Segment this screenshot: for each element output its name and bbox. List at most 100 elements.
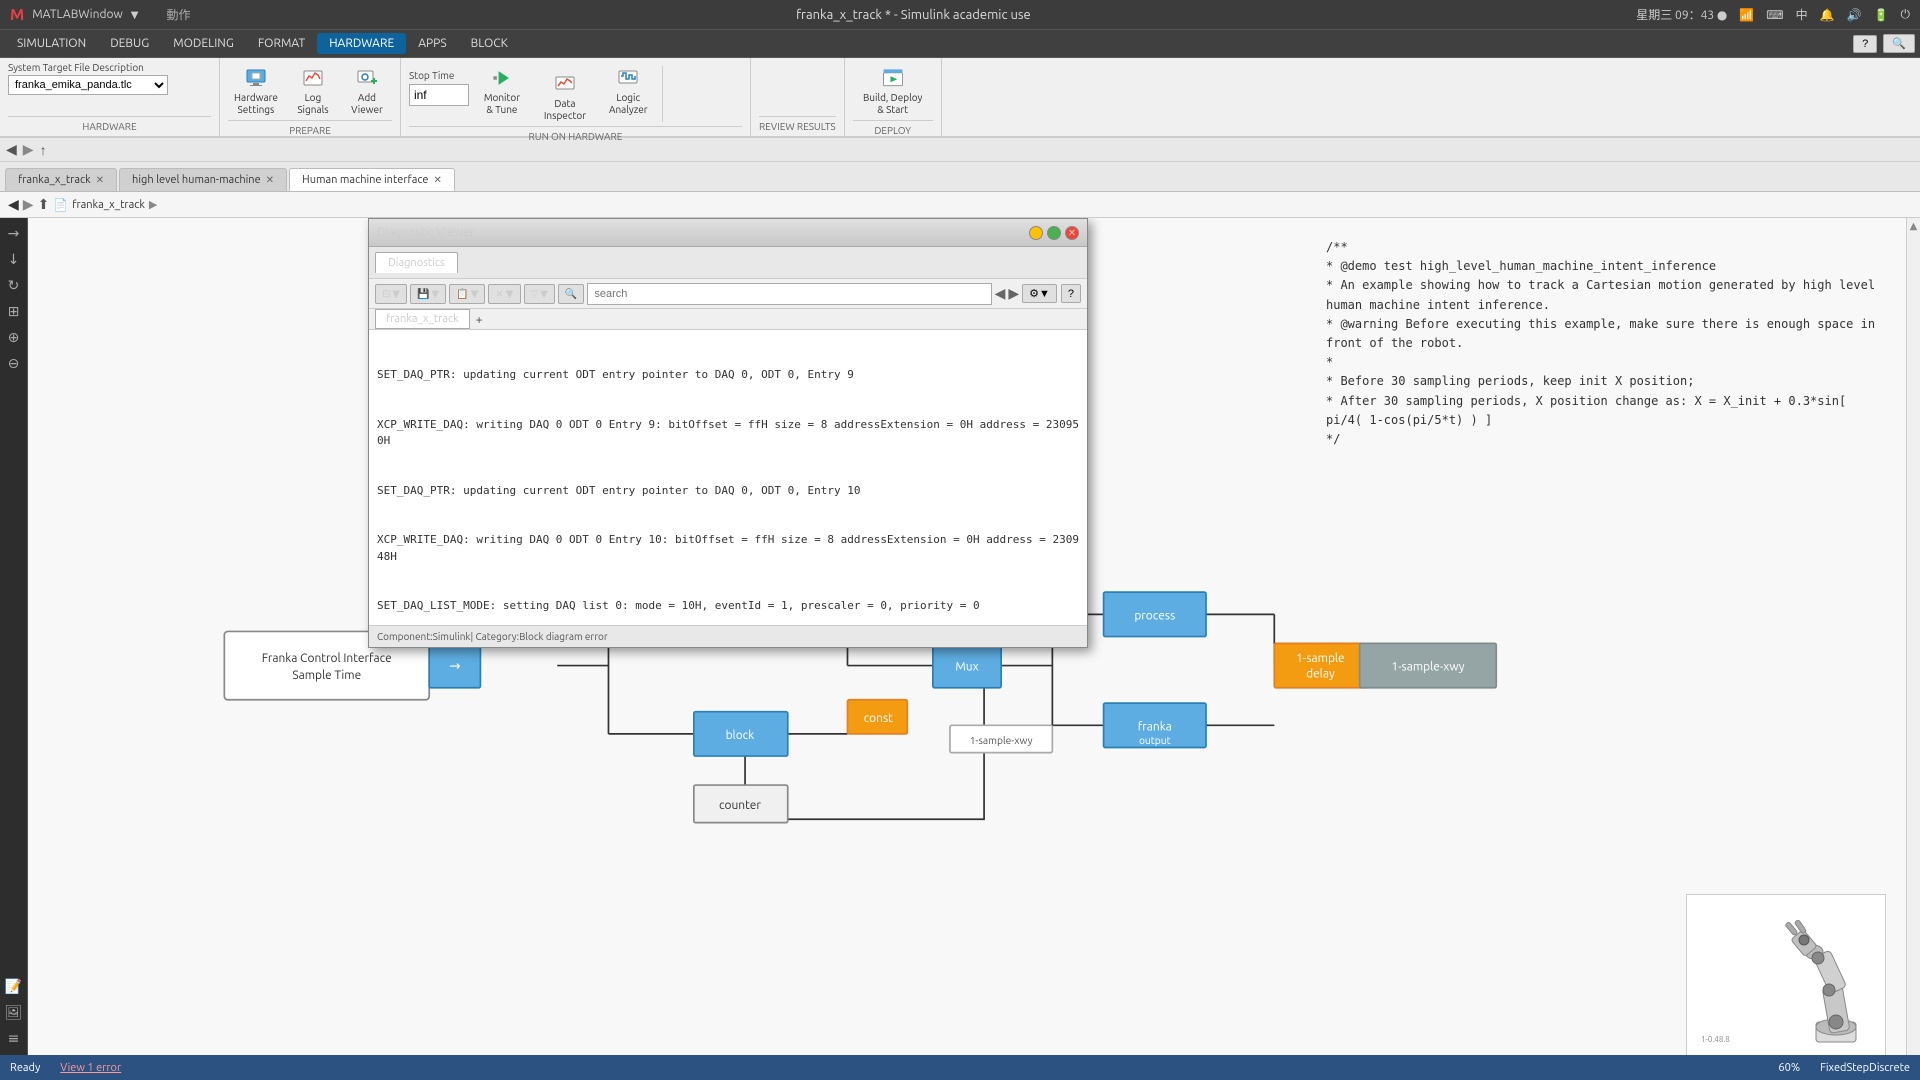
menu-block[interactable]: BLOCK xyxy=(459,33,520,54)
dialog-minimize-btn[interactable] xyxy=(1029,226,1043,240)
code-line-5: * Before 30 sampling periods, keep init … xyxy=(1326,372,1886,391)
filter-label: ▼ xyxy=(392,288,400,300)
svg-text:1-sample-xwy: 1-sample-xwy xyxy=(970,734,1033,746)
scroll-up-btn[interactable]: ▲ xyxy=(1910,220,1918,232)
svg-text:Sample Time: Sample Time xyxy=(292,669,361,682)
save-icon: 💾 xyxy=(417,288,429,300)
funnel-icon: ▽ xyxy=(531,288,539,300)
sidebar-zoomout-icon[interactable]: ⊖ xyxy=(3,352,25,374)
svg-text:Mux: Mux xyxy=(955,661,978,674)
build-deploy-btn[interactable]: Build, Deploy& Start xyxy=(853,62,933,120)
add-tab-btn[interactable]: + xyxy=(470,311,489,329)
breadcrumb-item[interactable]: franka_x_track xyxy=(72,199,145,211)
sidebar-down-icon[interactable]: ↓ xyxy=(3,248,25,270)
top-bar: M MATLABWindow ▼ 動作 franka_x_track * - S… xyxy=(0,0,1920,30)
diagnostics-tab[interactable]: Diagnostics xyxy=(375,252,458,273)
diag-next-btn[interactable]: ▶ xyxy=(1008,285,1019,302)
diag-search-btn[interactable]: 🔍 xyxy=(558,284,584,304)
help-button[interactable]: ? xyxy=(1853,35,1877,53)
diag-content[interactable]: SET_DAQ_PTR: updating current ODT entry … xyxy=(369,330,1087,625)
breadcrumb-up[interactable]: ⬆ xyxy=(38,196,50,213)
monitor-tune-btn[interactable]: Monitor& Tune xyxy=(477,62,527,120)
svg-text:Franka Control Interface: Franka Control Interface xyxy=(262,652,392,665)
menu-simulation[interactable]: SIMULATION xyxy=(5,33,98,54)
sidebar-arrow-icon[interactable]: → xyxy=(3,222,25,244)
logic-analyzer-btn[interactable]: LogicAnalyzer xyxy=(603,62,654,120)
data-inspector-btn[interactable]: DataInspector xyxy=(535,68,595,126)
sidebar-fit-icon[interactable]: ⊞ xyxy=(3,300,25,322)
dropdown-icon[interactable]: ▼ xyxy=(131,9,139,21)
sidebar-refresh-icon[interactable]: ↻ xyxy=(3,274,25,296)
dialog-close-btn[interactable]: ✕ xyxy=(1065,226,1079,240)
log-line-0: SET_DAQ_PTR: updating current ODT entry … xyxy=(377,367,1079,384)
menu-format[interactable]: FORMAT xyxy=(246,33,317,54)
build-deploy-icon xyxy=(881,66,905,90)
hardware-settings-btn[interactable]: HardwareSettings xyxy=(228,62,284,120)
canvas-scrollbar[interactable]: ▲ ▼ xyxy=(1906,218,1920,1079)
diagnostic-viewer-dialog[interactable]: Diagnostic Viewer ✕ Diagnostics ⊡ ▼ xyxy=(368,218,1088,648)
build-deploy-label: Build, Deploy& Start xyxy=(863,92,922,116)
diag-toolbar-row: ⊡ ▼ 💾 ▼ 📋 ▼ ✕ ▼ xyxy=(369,279,1087,309)
code-line-7: */ xyxy=(1326,430,1886,449)
sidebar-image-icon[interactable]: 🖼 xyxy=(3,1001,25,1023)
search-button[interactable]: 🔍 xyxy=(1883,34,1915,53)
view-error-link[interactable]: View 1 error xyxy=(60,1062,121,1074)
diag-filter-btn[interactable]: ⊡ ▼ xyxy=(375,284,407,304)
log-line-2: SET_DAQ_PTR: updating current ODT entry … xyxy=(377,483,1079,500)
funnel-label: ▼ xyxy=(540,288,548,300)
tab-high-level[interactable]: high level human-machine ✕ xyxy=(119,168,287,191)
diag-clear-btn[interactable]: ✕ ▼ xyxy=(488,284,520,304)
back-btn[interactable]: ◀ xyxy=(6,141,17,158)
app-name[interactable]: MATLABWindow xyxy=(32,8,123,21)
tab-franka-close[interactable]: ✕ xyxy=(96,174,104,186)
franka-track-tab[interactable]: franka_x_track xyxy=(375,309,470,329)
forward-btn[interactable]: ▶ xyxy=(23,141,34,158)
network-icon: 📶 xyxy=(1739,8,1754,22)
power-icon: ⏻ xyxy=(1901,8,1911,22)
sidebar-zoomin-icon[interactable]: ⊕ xyxy=(3,326,25,348)
svg-text:block: block xyxy=(726,729,755,742)
menu-modeling[interactable]: MODELING xyxy=(161,33,246,54)
tab-high-level-close[interactable]: ✕ xyxy=(266,174,274,186)
svg-text:franka: franka xyxy=(1138,720,1172,733)
diag-help-btn[interactable]: ? xyxy=(1061,284,1081,303)
add-viewer-btn[interactable]: AddViewer xyxy=(342,62,392,120)
dialog-maximize-btn[interactable] xyxy=(1047,226,1061,240)
log-line-1: XCP_WRITE_DAQ: writing DAQ 0 ODT 0 Entry… xyxy=(377,417,1079,450)
status-right: 60% FixedStepDiscrete xyxy=(1778,1062,1910,1074)
up-btn[interactable]: ↑ xyxy=(40,142,47,158)
diag-copy-btn[interactable]: 📋 ▼ xyxy=(449,284,485,304)
diag-prev-btn[interactable]: ◀ xyxy=(995,285,1006,302)
tab-franka-x-track[interactable]: franka_x_track ✕ xyxy=(5,168,117,191)
diag-settings-btn[interactable]: ⚙▼ xyxy=(1022,284,1057,303)
tab-human-machine[interactable]: Human machine interface ✕ xyxy=(289,168,455,191)
datetime: 星期三 09：43 ● xyxy=(1636,6,1727,23)
yellow-block-2[interactable] xyxy=(1274,643,1368,687)
breadcrumb-back[interactable]: ◀ xyxy=(8,196,19,213)
diag-save-btn[interactable]: 💾 ▼ xyxy=(410,284,446,304)
lang-icon: 中 xyxy=(1796,6,1808,23)
svg-text:1-0.48.8: 1-0.48.8 xyxy=(1701,1035,1730,1044)
top-bar-right: 星期三 09：43 ● 📶 ⌨ 中 🔔 🔊 🔋 ⏻ xyxy=(1636,6,1910,23)
window-title: franka_x_track * - Simulink academic use xyxy=(796,8,1031,22)
log-signals-btn[interactable]: LogSignals xyxy=(288,62,338,120)
diag-funnel-btn[interactable]: ▽ ▼ xyxy=(524,284,555,304)
tab-human-machine-close[interactable]: ✕ xyxy=(434,174,442,186)
clear-label: ▼ xyxy=(506,288,514,300)
breadcrumb-fwd[interactable]: ▶ xyxy=(23,196,34,213)
system-target-select[interactable]: franka_emika_panda.tlc xyxy=(8,75,168,95)
ribbon-prepare: HardwareSettings LogSignals AddViewer PR… xyxy=(220,58,401,136)
menu-debug[interactable]: DEBUG xyxy=(98,33,161,54)
sidebar-comment-icon[interactable]: 📝 xyxy=(3,975,25,997)
diag-search-input[interactable] xyxy=(587,283,991,305)
sidebar-layers-icon[interactable]: ≡ xyxy=(3,1027,25,1049)
code-comment: /** * @demo test high_level_human_machin… xyxy=(1316,228,1896,459)
menu-hardware[interactable]: HARDWARE xyxy=(317,33,406,54)
ribbon: System Target File Description franka_em… xyxy=(0,58,1920,138)
diag-footer: Component: Simulink | Category: Block di… xyxy=(369,625,1087,647)
breadcrumb-arrow: ▶ xyxy=(149,198,157,211)
ribbon-review: REVIEW RESULTS xyxy=(751,58,845,136)
stop-time-input[interactable] xyxy=(409,84,469,106)
search-icon: 🔍 xyxy=(565,288,577,300)
menu-apps[interactable]: APPS xyxy=(406,33,458,54)
